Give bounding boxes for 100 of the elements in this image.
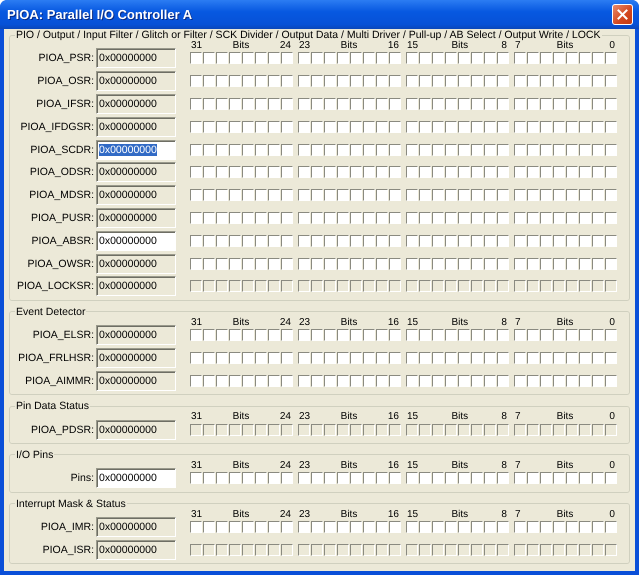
bits-label: Bits — [451, 411, 468, 422]
bits-label: Bits — [232, 508, 250, 520]
bit-number: 15 — [407, 316, 418, 328]
bit-number: 16 — [388, 508, 399, 520]
value-field[interactable]: 0x00000000 — [96, 517, 176, 538]
bit-number: 16 — [388, 316, 399, 328]
register-label: PIOA_FRLHSR: — [17, 352, 94, 364]
group-title: PIO / Output / Input Filter / Glitch or Filter / SCK Divider / Output Data / Multi Driver / Pull-up / AB Select / Output Write / LOCK — [15, 29, 602, 41]
bit-number: 24 — [280, 508, 291, 520]
value-field[interactable]: 0x00000000 — [96, 48, 176, 68]
value-field[interactable]: 0x00000000 — [96, 71, 176, 92]
bit-number: 7 — [515, 508, 521, 520]
bit-number: 15 — [407, 40, 418, 51]
bits-label: Bits — [556, 411, 574, 422]
bit-number: 31 — [191, 508, 202, 520]
bit-number: 31 — [191, 40, 202, 51]
bits-label: Bits — [556, 460, 574, 471]
bit-number: 24 — [280, 411, 291, 422]
register-label: PIOA_IFDGSR: — [19, 120, 94, 133]
bit-number: 7 — [515, 316, 521, 328]
register-label: PIOA_ABSR: — [30, 234, 94, 247]
value-field[interactable]: 0x00000000 — [96, 420, 176, 440]
value-field[interactable]: 0x00000000 — [96, 94, 176, 114]
register-label: PIOA_LOCKSR: — [16, 280, 94, 292]
bits-label: Bits — [451, 508, 468, 520]
register-label: PIOA_AIMMR: — [24, 374, 94, 387]
register-label: PIOA_IFSR: — [35, 98, 94, 110]
bits-label: Bits — [340, 411, 358, 422]
bit-number: 0 — [609, 411, 615, 422]
bits-label: Bits — [340, 316, 358, 328]
value-field[interactable]: 0x00000000 — [96, 370, 176, 391]
bit-number: 24 — [280, 316, 291, 328]
bits-label: Bits — [340, 460, 358, 471]
value-field[interactable]: 0x00000000 — [96, 276, 176, 296]
bit-number: 8 — [501, 460, 507, 471]
group-title: Interrupt Mask & Status — [15, 498, 127, 510]
register-label: PIOA_PDSR: — [30, 424, 94, 436]
bit-number: 24 — [280, 40, 291, 51]
bit-number: 15 — [407, 460, 418, 471]
bits-label: Bits — [556, 508, 574, 520]
bit-number: 24 — [280, 460, 291, 471]
bit-number: 15 — [407, 411, 418, 422]
bits-label: Bits — [556, 316, 574, 328]
group-title: I/O Pins — [15, 448, 54, 461]
bit-number: 23 — [299, 460, 310, 471]
value-field[interactable]: 0x00000000 — [96, 348, 176, 368]
register-label: PIOA_ELSR: — [32, 329, 94, 342]
bit-number: 16 — [388, 411, 399, 422]
value-field[interactable]: 0x00000000 — [96, 254, 176, 274]
register-label: PIOA_SCDR: — [29, 144, 94, 156]
value-field[interactable]: 0x00000000 — [96, 116, 176, 137]
window-title: PIOA: Parallel I/O Controller A — [7, 7, 192, 22]
value-field[interactable]: 0x00000000 — [96, 468, 176, 488]
bit-number: 8 — [501, 411, 507, 422]
bit-number: 16 — [388, 460, 399, 471]
bit-number: 23 — [299, 508, 310, 520]
bits-label: Bits — [451, 316, 468, 328]
bit-number: 0 — [609, 316, 615, 328]
bit-number: 31 — [191, 411, 202, 422]
register-label: PIOA_PUSR: — [30, 212, 94, 224]
bit-number: 16 — [388, 40, 399, 51]
bit-number: 0 — [609, 508, 615, 520]
bit-number: 23 — [299, 316, 310, 328]
value-field[interactable]: 0x00000000 — [96, 140, 176, 160]
bits-label: Bits — [451, 460, 468, 471]
register-label: PIOA_IMR: — [40, 521, 94, 534]
close-icon — [617, 9, 628, 20]
value-field[interactable]: 0x00000000 — [96, 208, 176, 228]
bits-label: Bits — [340, 40, 358, 51]
bit-number: 31 — [191, 316, 202, 328]
register-label: PIOA_ISR: — [42, 544, 94, 556]
group-title: Event Detector — [15, 306, 86, 318]
bit-number: 8 — [501, 508, 507, 520]
value-field[interactable]: 0x00000000 — [96, 162, 176, 182]
register-label: PIOA_ODSR: — [28, 166, 94, 178]
bit-number: 8 — [501, 40, 507, 51]
value-field[interactable]: 0x00000000 — [96, 540, 176, 560]
register-label: PIOA_MDSR: — [28, 189, 94, 202]
register-label: Pins: — [70, 472, 94, 484]
value-field[interactable]: 0x00000000 — [96, 325, 176, 346]
bit-number: 8 — [501, 316, 507, 328]
bit-number: 7 — [515, 40, 521, 51]
bit-number: 0 — [609, 40, 615, 51]
bits-label: Bits — [232, 316, 250, 328]
bits-label: Bits — [232, 40, 250, 51]
bits-label: Bits — [451, 40, 468, 51]
bit-number: 31 — [191, 460, 202, 471]
bits-label: Bits — [232, 460, 250, 471]
bit-number: 7 — [515, 460, 521, 471]
register-label: PIOA_OWSR: — [26, 258, 94, 270]
bit-number: 15 — [407, 508, 418, 520]
bit-number: 7 — [515, 411, 521, 422]
bit-number: 23 — [299, 40, 310, 51]
value-field[interactable]: 0x00000000 — [96, 230, 176, 251]
value-field[interactable]: 0x00000000 — [96, 185, 176, 206]
bit-number: 0 — [609, 460, 615, 471]
group-title: Pin Data Status — [15, 400, 90, 412]
register-label: PIOA_PSR: — [38, 52, 94, 64]
close-button[interactable] — [612, 4, 633, 25]
bit-number: 23 — [299, 411, 310, 422]
